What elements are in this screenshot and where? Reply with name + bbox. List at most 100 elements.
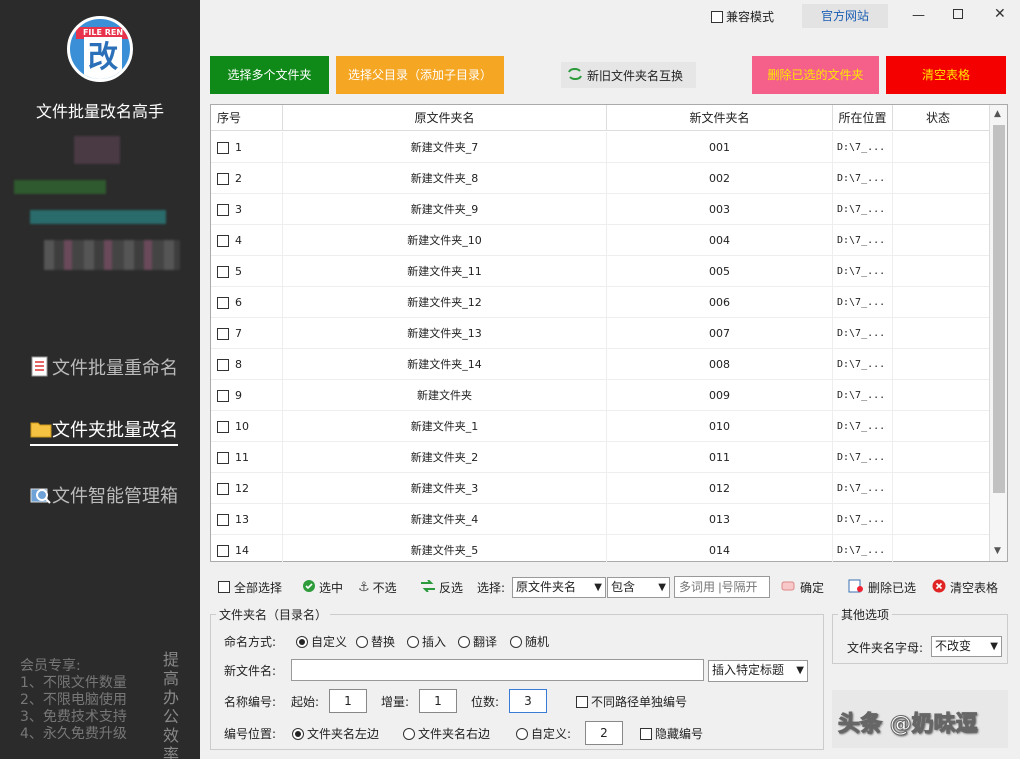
select-multiple-folders-button[interactable]: 选择多个文件夹 [210, 56, 329, 94]
select-all-toggle[interactable]: 全部选择 [218, 576, 282, 598]
table-row[interactable]: 4 新建文件夹_10 004 D:\7_... [211, 225, 989, 256]
uncheck-button[interactable]: ⚓ 不选 [358, 576, 397, 598]
maximize-icon[interactable] [953, 8, 963, 23]
pos-custom-input[interactable]: 2 [585, 721, 623, 745]
radio[interactable] [516, 727, 528, 740]
header-new-name[interactable]: 新文件夹名 [607, 105, 833, 131]
scroll-up-icon[interactable]: ▲ [994, 109, 1001, 119]
row-checkbox[interactable] [217, 296, 229, 309]
row-checkbox[interactable] [217, 451, 229, 464]
scroll-thumb[interactable] [993, 125, 1005, 493]
row-checkbox[interactable] [217, 389, 229, 402]
select-parent-dir-button[interactable]: 选择父目录（添加子目录） [336, 56, 504, 94]
table-row[interactable]: 1 新建文件夹_7 001 D:\7_... [211, 132, 989, 163]
mode-insert-radio[interactable]: 插入 [407, 633, 446, 650]
delete-selected-button[interactable]: 删除已选 [848, 576, 916, 598]
pos-left-radio[interactable]: 文件夹名左边 [292, 725, 379, 742]
hide-number-toggle[interactable]: 隐藏编号 [640, 725, 703, 742]
row-checkbox[interactable] [217, 172, 229, 185]
nav-item-file-manager[interactable]: 文件智能管理箱 [30, 482, 178, 508]
header-old-name[interactable]: 原文件夹名 [283, 105, 607, 131]
table-row[interactable]: 9 新建文件夹 009 D:\7_... [211, 380, 989, 411]
row-number: 4 [235, 234, 242, 247]
step-input[interactable]: 1 [419, 689, 457, 713]
row-checkbox[interactable] [217, 482, 229, 495]
cell-new-name: 007 [607, 318, 833, 349]
scroll-down-icon[interactable]: ▼ [994, 546, 1001, 556]
row-checkbox[interactable] [217, 141, 229, 154]
radio[interactable] [458, 635, 470, 648]
radio[interactable] [510, 635, 522, 648]
pos-right-radio[interactable]: 文件夹名右边 [403, 725, 490, 742]
table-row[interactable]: 14 新建文件夹_5 014 D:\7_... [211, 535, 989, 566]
row-checkbox[interactable] [217, 234, 229, 247]
table-row[interactable]: 5 新建文件夹_11 005 D:\7_... [211, 256, 989, 287]
digits-input[interactable]: 3 [509, 689, 547, 713]
minimize-icon[interactable]: — [912, 8, 925, 23]
field-select[interactable]: 原文件夹名 ▼ [512, 577, 606, 598]
sidebar: FILE REN 改 文件批量改名高手 文件批量重命名 文件夹批量改名 文件智能… [0, 0, 200, 759]
cell-old-name: 新建文件夹_13 [283, 318, 607, 349]
invert-button[interactable]: 反选 [420, 576, 463, 598]
cell-old-name: 新建文件夹_5 [283, 535, 607, 566]
table-scrollbar[interactable]: ▲ ▼ [989, 105, 1007, 561]
cell-location: D:\7_... [833, 411, 893, 442]
table-row[interactable]: 2 新建文件夹_8 002 D:\7_... [211, 163, 989, 194]
official-site-button[interactable]: 官方网站 [802, 4, 888, 28]
mode-replace-radio[interactable]: 替换 [356, 633, 395, 650]
confirm-button[interactable]: 确定 [780, 576, 824, 598]
red-x-icon [932, 579, 946, 596]
pos-right-label: 文件夹名右边 [418, 727, 491, 741]
keyword-input[interactable] [674, 576, 770, 598]
start-input[interactable]: 1 [329, 689, 367, 713]
row-checkbox[interactable] [217, 513, 229, 526]
nav-item-file-rename[interactable]: 文件批量重命名 [30, 354, 178, 380]
new-name-input[interactable] [291, 659, 704, 681]
select-all-checkbox[interactable] [218, 581, 230, 593]
table-row[interactable]: 13 新建文件夹_4 013 D:\7_... [211, 504, 989, 535]
delete-selected-folders-button[interactable]: 删除已选的文件夹 [752, 56, 879, 94]
hide-number-checkbox[interactable] [640, 727, 652, 740]
cell-location: D:\7_... [833, 349, 893, 380]
compat-mode-toggle[interactable]: 兼容模式 [711, 8, 774, 25]
table-row[interactable]: 10 新建文件夹_1 010 D:\7_... [211, 411, 989, 442]
clear-table-small-button[interactable]: 清空表格 [932, 576, 998, 598]
row-checkbox[interactable] [217, 358, 229, 371]
match-select[interactable]: 包含 ▼ [607, 577, 670, 598]
row-checkbox[interactable] [217, 544, 229, 557]
case-select[interactable]: 不改变 ▼ [931, 636, 1002, 657]
nav-item-folder-rename[interactable]: 文件夹批量改名 [30, 416, 178, 446]
row-checkbox[interactable] [217, 420, 229, 433]
table-row[interactable]: 11 新建文件夹_2 011 D:\7_... [211, 442, 989, 473]
table-row[interactable]: 12 新建文件夹_3 012 D:\7_... [211, 473, 989, 504]
header-index[interactable]: 序号 [211, 105, 283, 131]
radio-selected[interactable] [296, 635, 308, 648]
cell-index: 5 [211, 256, 283, 287]
separate-path-checkbox[interactable] [576, 695, 588, 708]
mode-random-radio[interactable]: 随机 [510, 633, 549, 650]
row-checkbox[interactable] [217, 265, 229, 278]
mode-translate-radio[interactable]: 翻译 [458, 633, 497, 650]
radio[interactable] [356, 635, 368, 648]
compat-mode-checkbox[interactable] [711, 10, 723, 23]
separate-path-toggle[interactable]: 不同路径单独编号 [576, 693, 687, 710]
header-status[interactable]: 状态 [893, 105, 983, 131]
row-checkbox[interactable] [217, 203, 229, 216]
insert-title-select[interactable]: 插入特定标题 ▼ [708, 660, 808, 682]
swap-names-button[interactable]: 新旧文件夹名互换 [561, 62, 696, 88]
table-row[interactable]: 7 新建文件夹_13 007 D:\7_... [211, 318, 989, 349]
clear-table-button[interactable]: 清空表格 [886, 56, 1006, 94]
table-row[interactable]: 8 新建文件夹_14 008 D:\7_... [211, 349, 989, 380]
close-icon[interactable]: ✕ [994, 6, 1006, 22]
check-button[interactable]: 选中 [302, 576, 343, 598]
radio[interactable] [403, 727, 415, 740]
radio-selected[interactable] [292, 727, 304, 740]
row-number: 12 [235, 482, 249, 495]
header-location[interactable]: 所在位置 [833, 105, 893, 131]
table-row[interactable]: 3 新建文件夹_9 003 D:\7_... [211, 194, 989, 225]
table-row[interactable]: 6 新建文件夹_12 006 D:\7_... [211, 287, 989, 318]
pos-custom-radio[interactable]: 自定义: [516, 725, 571, 742]
radio[interactable] [407, 635, 419, 648]
mode-custom-radio[interactable]: 自定义 [296, 633, 347, 650]
row-checkbox[interactable] [217, 327, 229, 340]
